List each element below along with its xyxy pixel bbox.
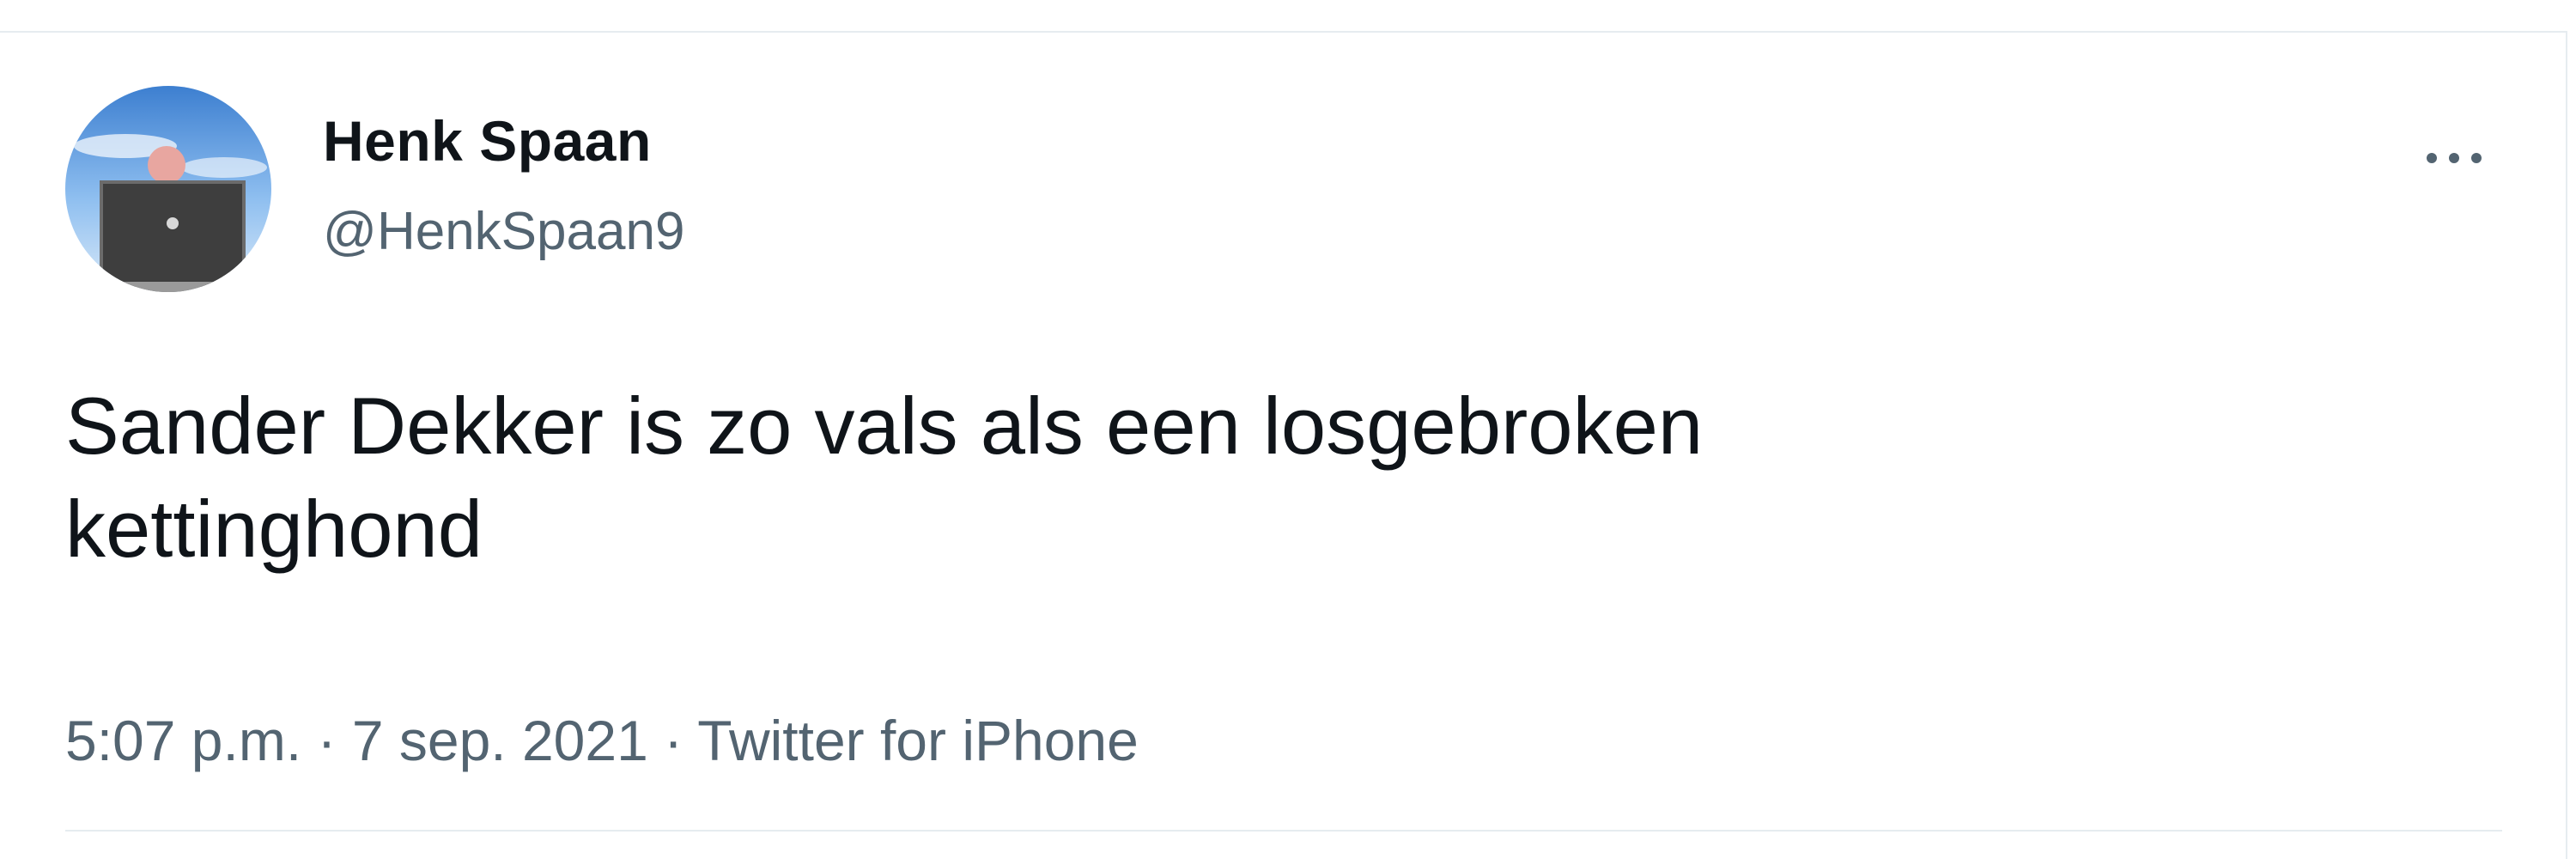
tweet-meta: 5:07 p.m. · 7 sep. 2021 · Twitter for iP… bbox=[65, 708, 1139, 773]
avatar-image-icon bbox=[65, 86, 271, 292]
tweet-time[interactable]: 5:07 p.m. bbox=[65, 709, 301, 772]
more-dots-icon bbox=[2427, 153, 2482, 163]
more-options-button[interactable] bbox=[2420, 132, 2488, 184]
meta-separator: · bbox=[318, 709, 352, 772]
tweet-source[interactable]: Twitter for iPhone bbox=[697, 709, 1139, 772]
divider bbox=[65, 830, 2502, 832]
meta-separator: · bbox=[664, 709, 697, 772]
avatar[interactable] bbox=[65, 86, 271, 292]
author-display-name[interactable]: Henk Spaan bbox=[323, 108, 652, 174]
author-handle[interactable]: @HenkSpaan9 bbox=[323, 201, 684, 262]
separator-dot: · bbox=[317, 709, 337, 772]
tweet-card[interactable]: Henk Spaan @HenkSpaan9 Sander Dekker is … bbox=[0, 31, 2567, 859]
tweet-text: Sander Dekker is zo vals als een losgebr… bbox=[65, 381, 1704, 574]
tweet-date[interactable]: 7 sep. 2021 bbox=[352, 709, 648, 772]
separator-dot: · bbox=[664, 709, 683, 772]
